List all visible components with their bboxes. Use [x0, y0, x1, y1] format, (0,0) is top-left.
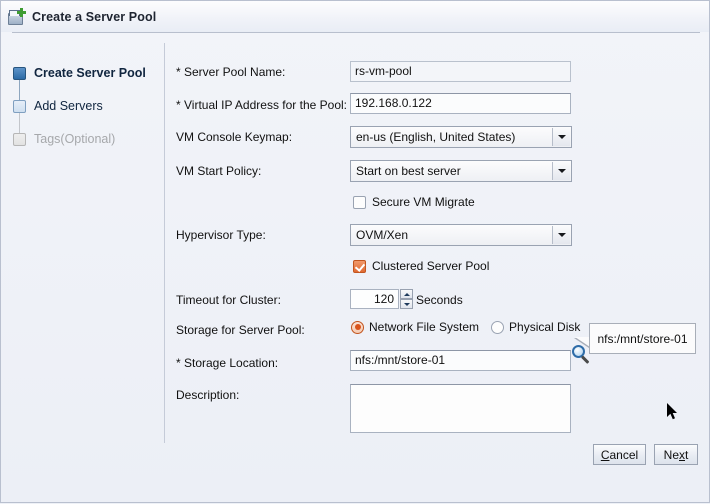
virtual-ip-label: * Virtual IP Address for the Pool:	[176, 98, 347, 112]
description-label: Description:	[176, 388, 240, 402]
radio-physical-disk-label[interactable]: Physical Disk	[509, 320, 580, 334]
timeout-stepper[interactable]	[400, 289, 413, 309]
form-panel: * Server Pool Name: rs-vm-pool * Virtual…	[1, 1, 710, 504]
tooltip-text: nfs:/mnt/store-01	[597, 331, 688, 346]
chevron-down-icon[interactable]	[552, 128, 570, 146]
clustered-server-pool-label: Clustered Server Pool	[372, 259, 490, 273]
storage-location-input[interactable]: nfs:/mnt/store-01	[350, 350, 571, 371]
chevron-down-icon[interactable]	[552, 226, 570, 244]
hypervisor-type-value: OVM/Xen	[356, 228, 409, 242]
secure-vm-migrate-checkbox[interactable]: Secure VM Migrate	[353, 195, 475, 209]
stepper-up-icon[interactable]	[400, 289, 413, 299]
chevron-down-icon[interactable]	[552, 162, 570, 180]
vm-start-policy-value: Start on best server	[356, 164, 461, 178]
virtual-ip-input[interactable]: 192.168.0.122	[350, 93, 571, 114]
server-pool-name-label: * Server Pool Name:	[176, 65, 286, 79]
description-textarea[interactable]	[350, 384, 571, 433]
create-server-pool-wizard: Create a Server Pool Create Server Pool …	[0, 0, 710, 503]
storage-for-server-pool-label: Storage for Server Pool:	[176, 323, 305, 337]
next-post: t	[685, 447, 689, 462]
storage-location-tooltip: nfs:/mnt/store-01	[589, 323, 696, 354]
secure-vm-migrate-label: Secure VM Migrate	[372, 195, 475, 209]
stepper-down-icon[interactable]	[400, 299, 413, 309]
timeout-units-label: Seconds	[416, 293, 463, 307]
storage-type-radio-group: Network File System Physical Disk	[351, 320, 592, 334]
radio-unselected-icon[interactable]	[491, 320, 505, 334]
vm-console-keymap-value: en-us (English, United States)	[356, 130, 516, 144]
next-pre: Ne	[663, 447, 679, 462]
radio-selected-icon[interactable]	[351, 320, 364, 334]
hypervisor-type-label: Hypervisor Type:	[176, 228, 266, 242]
cancel-button[interactable]: Cancel	[593, 444, 646, 465]
server-pool-name-input[interactable]: rs-vm-pool	[350, 61, 571, 82]
vm-start-policy-label: VM Start Policy:	[176, 164, 262, 178]
next-button[interactable]: Ne x t	[654, 444, 698, 465]
tooltip-tail	[575, 337, 590, 347]
cancel-rest: ancel	[609, 447, 639, 462]
vm-start-policy-select[interactable]: Start on best server	[350, 160, 572, 182]
cancel-mnemonic: C	[600, 447, 610, 462]
radio-network-file-system-label[interactable]: Network File System	[369, 320, 479, 334]
hypervisor-type-select[interactable]: OVM/Xen	[350, 224, 572, 246]
timeout-for-cluster-label: Timeout for Cluster:	[176, 293, 281, 307]
checkbox-checked-icon[interactable]	[353, 259, 366, 273]
clustered-server-pool-checkbox[interactable]: Clustered Server Pool	[353, 259, 489, 273]
vm-console-keymap-select[interactable]: en-us (English, United States)	[350, 126, 572, 148]
vm-console-keymap-label: VM Console Keymap:	[176, 130, 293, 144]
timeout-for-cluster-input[interactable]: 120	[350, 289, 399, 309]
storage-location-label: * Storage Location:	[176, 356, 279, 370]
checkbox-unchecked-icon[interactable]	[353, 195, 366, 209]
